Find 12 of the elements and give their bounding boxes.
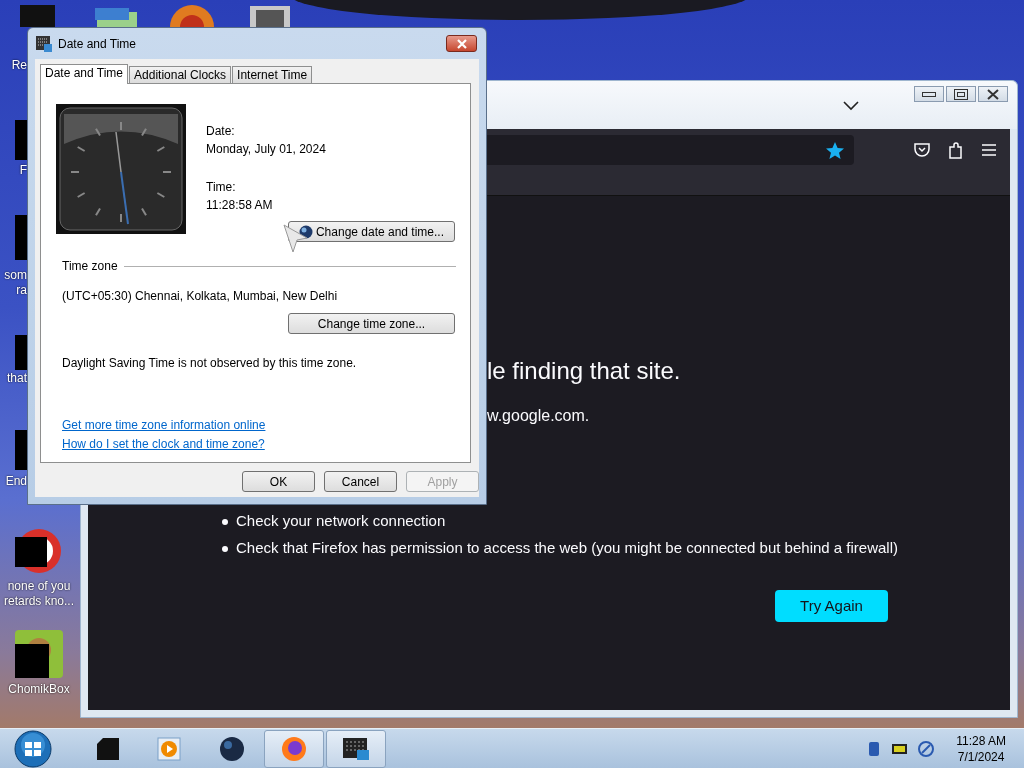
timezone-value: (UTC+05:30) Chennai, Kolkata, Mumbai, New Delhi bbox=[62, 288, 338, 305]
error-text: w.google.com. bbox=[487, 406, 590, 426]
info-text: Daylight Saving Time is not observed by this time zone. bbox=[62, 355, 357, 372]
error-heading: le finding that site. bbox=[487, 356, 681, 386]
tip-text: Check your network connection bbox=[236, 511, 446, 532]
section-heading: Time zone bbox=[62, 258, 118, 275]
date-value: Monday, July 01, 2024 bbox=[206, 141, 327, 158]
time-value: 11:28:58 AM bbox=[206, 197, 274, 214]
tip-text: Check that Firefox has permission to access the web (you might be connected but behind a firewall) bbox=[236, 538, 898, 559]
date-label: Date: bbox=[206, 123, 236, 140]
window-title: Date and Time bbox=[58, 35, 137, 53]
time-label: Time: bbox=[206, 179, 237, 196]
